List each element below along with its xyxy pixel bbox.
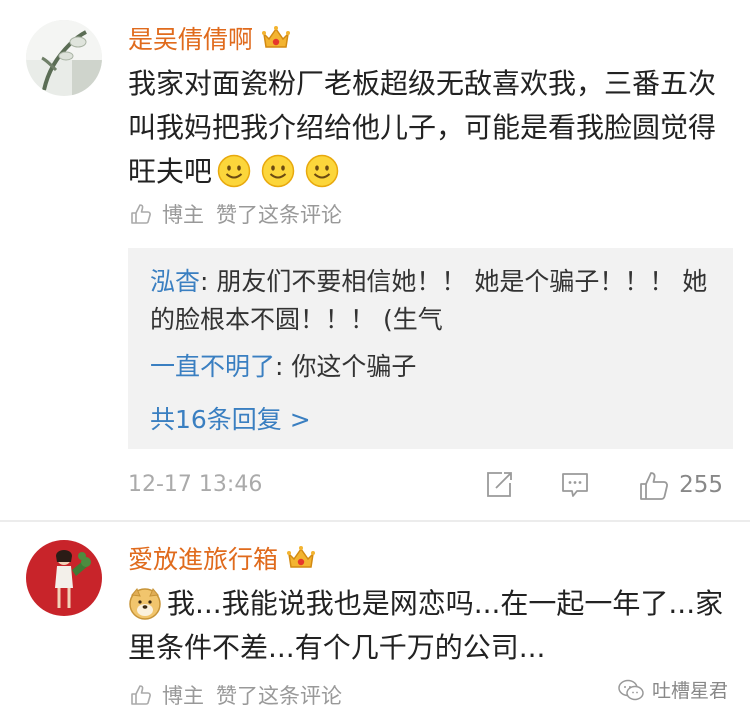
username-text[interactable]: 愛放進旅行箱 — [128, 540, 278, 576]
comment-body: 我...我能说我也是网恋吗...在一起一年了...家里条件不差...有个几千万的… — [128, 587, 724, 664]
comment-text: 我...我能说我也是网恋吗...在一起一年了...家里条件不差...有个几千万的… — [128, 582, 728, 670]
username[interactable]: 愛放進旅行箱 — [128, 540, 316, 576]
author-like-text: 赞了这条评论 — [216, 203, 342, 227]
author-label: 博主 — [162, 684, 204, 708]
wechat-icon — [618, 679, 644, 700]
like-count: 255 — [679, 472, 723, 498]
reply-author[interactable]: 泓杳 — [150, 267, 200, 296]
avatar-image — [26, 20, 102, 96]
author-like-row: 博主 赞了这条评论 — [130, 680, 342, 710]
username-text[interactable]: 是吴倩倩啊 — [128, 20, 253, 56]
more-replies-link[interactable]: 共16条回复 > — [150, 400, 311, 436]
repost-icon[interactable] — [484, 470, 514, 500]
reply-box: 泓杳: 朋友们不要相信她！！ 她是个骗子！！！ 她的脸根本不圆！！！ (生气 一… — [128, 248, 733, 449]
crown-vip-icon — [287, 546, 316, 568]
comment-meta-row: 12-17 13:46 255 — [128, 470, 733, 506]
timestamp: 12-17 13:46 — [128, 472, 263, 497]
watermark: 吐槽星君 — [618, 676, 728, 703]
author-like-text: 赞了这条评论 — [216, 684, 342, 708]
smile-emoji-icon — [261, 154, 295, 188]
author-label: 博主 — [162, 203, 204, 227]
username[interactable]: 是吴倩倩啊 — [128, 20, 291, 56]
crown-vip-icon — [262, 26, 291, 48]
reply-text: 你这个骗子 — [291, 352, 417, 381]
thumbs-up-icon — [131, 204, 151, 224]
thumbs-up-icon — [131, 685, 151, 705]
reply-author[interactable]: 一直不明了 — [150, 352, 275, 381]
watermark-text: 吐槽星君 — [651, 680, 728, 702]
avatar[interactable] — [26, 540, 102, 616]
reply-item-1: 泓杳: 朋友们不要相信她！！ 她是个骗子！！！ 她的脸根本不圆！！！ (生气 — [150, 263, 720, 339]
reply-text: 朋友们不要相信她！！ 她是个骗子！！！ 她的脸根本不圆！！！ (生气 — [150, 267, 708, 334]
comment-divider — [0, 520, 750, 522]
smile-emoji-icon — [305, 154, 339, 188]
avatar[interactable] — [26, 20, 102, 96]
like-icon[interactable] — [638, 470, 670, 502]
emoji-group — [212, 154, 344, 188]
comment-icon[interactable] — [560, 470, 590, 500]
doge-emoji-icon — [129, 588, 161, 620]
reply-sep: : — [275, 352, 292, 381]
avatar-image — [26, 540, 102, 616]
comment-text: 我家对面瓷粉厂老板超级无敌喜欢我，三番五次叫我妈把我介绍给他儿子，可能是看我脸圆… — [128, 62, 728, 194]
reply-item-2: 一直不明了: 你这个骗子 — [150, 348, 720, 386]
author-like-row: 博主 赞了这条评论 — [130, 199, 342, 229]
smile-emoji-icon — [217, 154, 251, 188]
reply-sep: : — [200, 267, 217, 296]
